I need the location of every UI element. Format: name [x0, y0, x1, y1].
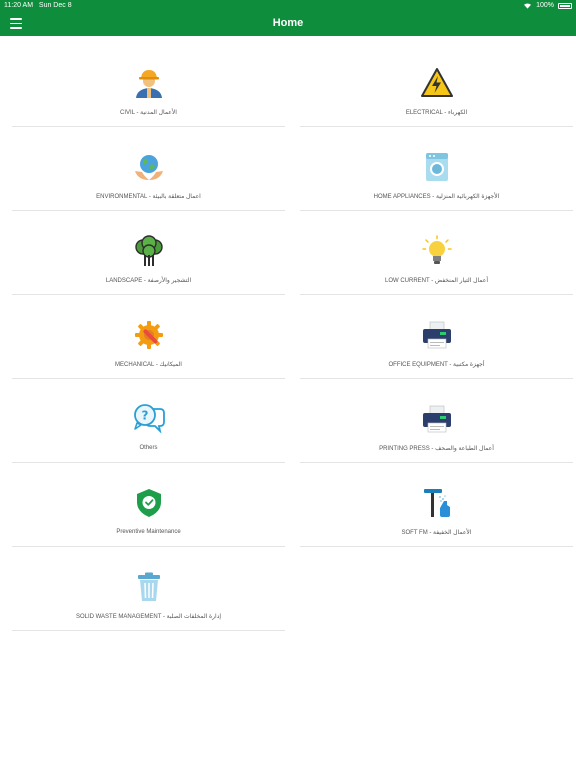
tile-environmental[interactable]: ENVIRONMENTAL - اعمال متعلقة بالبيئة — [12, 127, 285, 211]
cleaning-icon — [421, 487, 453, 519]
battery-percent: 100% — [536, 2, 554, 9]
tree-icon — [133, 235, 165, 267]
washing-machine-icon — [421, 151, 453, 183]
status-time: 11:20 AM — [4, 2, 34, 9]
tile-label: ENVIRONMENTAL - اعمال متعلقة بالبيئة — [96, 194, 201, 200]
tile-label: PRINTING PRESS - أعمال الطباعة والصحف — [379, 446, 494, 452]
tile-mechanical[interactable]: MECHANICAL - الميكانيك — [12, 295, 285, 379]
lightning-icon — [420, 67, 453, 99]
trash-bin-icon — [133, 571, 165, 603]
tile-preventive-maintenance[interactable]: Preventive Maintenance — [12, 463, 285, 547]
tile-solid-waste-management[interactable]: SOLID WASTE MANAGEMENT - إدارة المخلفات … — [12, 547, 285, 631]
status-bar: 11:20 AM Sun Dec 8 100% — [0, 0, 576, 12]
status-right: 100% — [523, 2, 572, 9]
tile-label: LOW CURRENT - أعمال التيار المنخفض — [384, 278, 488, 284]
tile-label: SOLID WASTE MANAGEMENT - إدارة المخلفات … — [75, 614, 222, 620]
page-title: Home — [272, 17, 304, 29]
earth-hands-icon — [133, 151, 165, 183]
question-chat-icon: ? — [133, 403, 165, 435]
wifi-icon — [524, 3, 532, 9]
tile-printing-press[interactable]: PRINTING PRESS - أعمال الطباعة والصحف — [300, 379, 573, 463]
tile-others[interactable]: ? Others — [12, 379, 285, 463]
tile-label: OFFICE EQUIPMENT - أجهزة مكتبية — [388, 362, 485, 368]
status-date: Sun Dec 8 — [38, 2, 72, 9]
tile-label: MECHANICAL - الميكانيك — [115, 362, 182, 368]
status-left: 11:20 AM Sun Dec 8 — [4, 2, 72, 9]
tile-landscape[interactable]: LANDSCAPE - التشجير والأرصفة — [12, 211, 285, 295]
tile-low-current[interactable]: LOW CURRENT - أعمال التيار المنخفض — [300, 211, 573, 295]
tile-label: CIVIL - الأعمال المدنية — [120, 110, 177, 116]
tile-label: Preventive Maintenance — [116, 529, 181, 535]
light-bulb-icon — [421, 235, 453, 267]
tile-home-appliances[interactable]: HOME APPLIANCES - الأجهزة الكهربائية الم… — [300, 127, 573, 211]
printer-icon — [421, 319, 453, 351]
tile-soft-fm[interactable]: SOFT FM - الأعمال الخفيفة — [300, 463, 573, 547]
tile-label: SOFT FM - الأعمال الخفيفة — [401, 530, 472, 536]
printer-icon — [421, 403, 453, 435]
tile-label: HOME APPLIANCES - الأجهزة الكهربائية الم… — [373, 194, 500, 200]
tile-civil[interactable]: CIVIL - الأعمال المدنية — [12, 43, 285, 127]
worker-icon — [133, 67, 165, 99]
tile-label: LANDSCAPE - التشجير والأرصفة — [105, 278, 192, 284]
shield-check-icon — [133, 487, 165, 519]
svg-text:?: ? — [141, 409, 148, 423]
tile-electrical[interactable]: ELECTRICAL - الكهرباء — [300, 43, 573, 127]
nav-bar: Home — [0, 12, 576, 36]
tile-label: Others — [139, 445, 158, 451]
tile-office-equipment[interactable]: OFFICE EQUIPMENT - أجهزة مكتبية — [300, 295, 573, 379]
tile-label: ELECTRICAL - الكهرباء — [405, 110, 468, 116]
battery-icon — [558, 2, 572, 9]
gear-wrench-icon — [133, 319, 165, 351]
